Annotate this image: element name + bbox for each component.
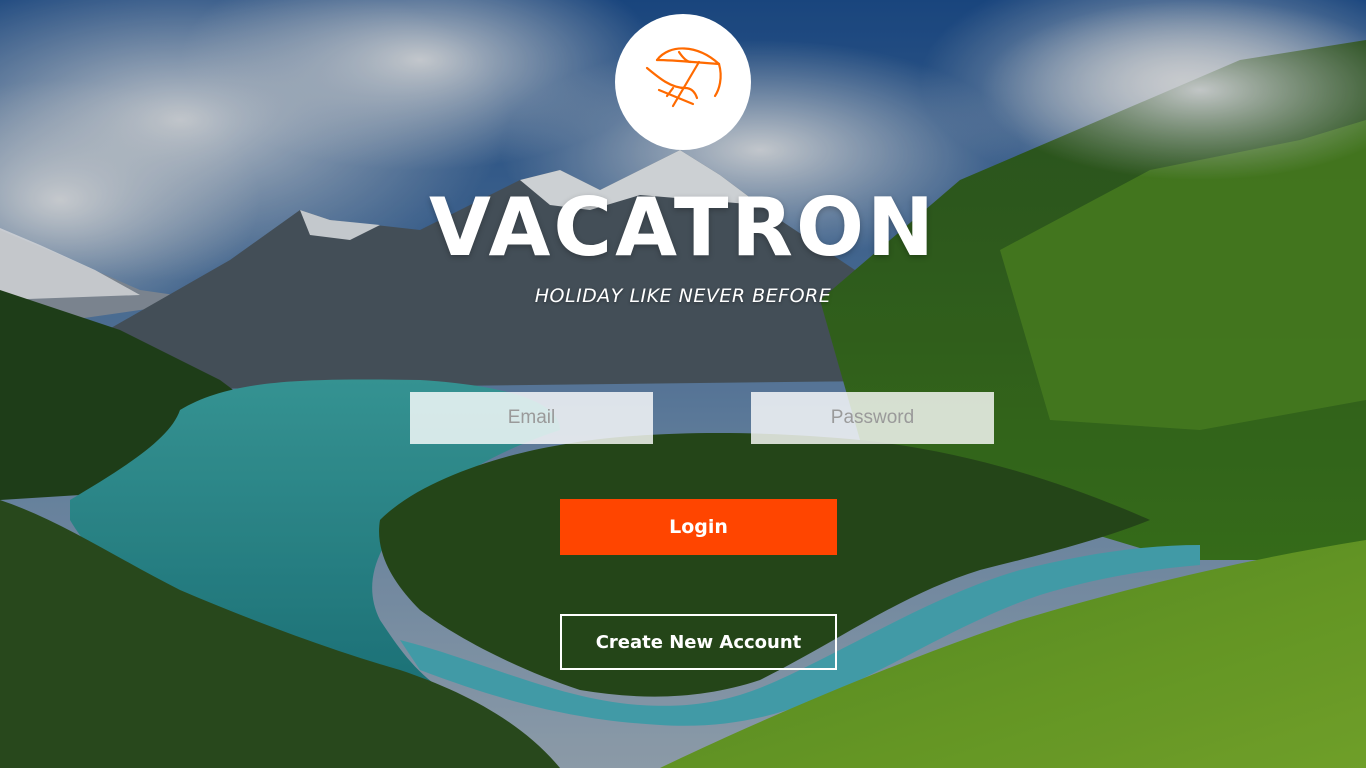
- password-input[interactable]: [751, 392, 994, 444]
- beach-umbrella-icon: [645, 47, 722, 108]
- login-page: VACATRON HOLIDAY LIKE NEVER BEFORE Login…: [0, 0, 1366, 768]
- app-tagline: HOLIDAY LIKE NEVER BEFORE: [534, 285, 832, 307]
- create-account-button[interactable]: Create New Account: [560, 614, 837, 670]
- email-input[interactable]: [410, 392, 653, 444]
- logo-badge: [615, 14, 751, 150]
- login-button[interactable]: Login: [560, 499, 837, 555]
- app-title: VACATRON: [429, 181, 937, 274]
